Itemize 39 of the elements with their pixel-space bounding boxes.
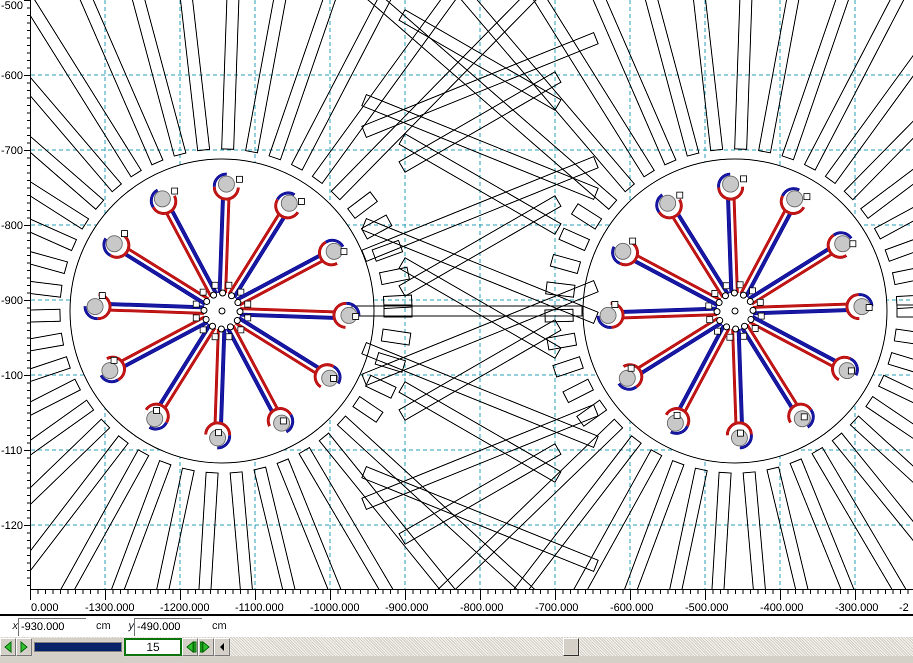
axis-label: -400.000 xyxy=(760,602,804,614)
unit-label: cm xyxy=(211,619,228,634)
axis-label: -800.000 xyxy=(460,602,504,614)
left-triangle-icon xyxy=(2,640,14,654)
coordinate-label: x xyxy=(11,619,18,634)
right-triangle-icon xyxy=(18,640,30,654)
axis-label: -2 xyxy=(899,602,909,614)
axis-label: -600.000 xyxy=(610,602,654,614)
unit-label: cm xyxy=(95,619,112,634)
axis-label: -900.000 xyxy=(385,602,428,614)
axis-label: -100 xyxy=(1,370,24,382)
axis-label: -500.000 xyxy=(685,602,728,614)
step-back-button[interactable] xyxy=(182,638,198,656)
axis-label: -700 xyxy=(1,145,24,157)
axis-label: 0.000 xyxy=(31,602,59,614)
right-triangle-icon xyxy=(200,640,212,654)
axis-label: -800 xyxy=(1,220,24,232)
coordinate-field[interactable]: -930.000 xyxy=(18,618,86,636)
left-triangle-icon xyxy=(184,640,196,654)
axis-label: -1200.000 xyxy=(160,602,210,614)
axis-label: -1000.000 xyxy=(310,602,360,614)
frame-field[interactable]: 15 xyxy=(124,638,182,656)
coordinate-field[interactable]: -490.000 xyxy=(134,618,202,636)
axis-label: -110 xyxy=(1,445,22,457)
next-button[interactable] xyxy=(16,638,32,656)
axis-label: -700.000 xyxy=(535,602,578,614)
previous-button[interactable] xyxy=(0,638,16,656)
axis-label: -600 xyxy=(1,70,24,82)
axis-label: -500 xyxy=(1,0,24,12)
axis-label: -1100.000 xyxy=(235,602,284,614)
axis-label: -120 xyxy=(1,520,24,532)
axis-label: -300.000 xyxy=(835,602,878,614)
scrollbar-thumb[interactable] xyxy=(563,638,579,656)
axis-label: -900 xyxy=(1,295,24,307)
step-forward-button[interactable] xyxy=(198,638,214,656)
scroll-left-button[interactable] xyxy=(214,638,230,656)
axis-label: -1300.000 xyxy=(85,602,135,614)
coordinate-label: y xyxy=(127,619,134,634)
arrow-left-icon xyxy=(219,642,225,650)
